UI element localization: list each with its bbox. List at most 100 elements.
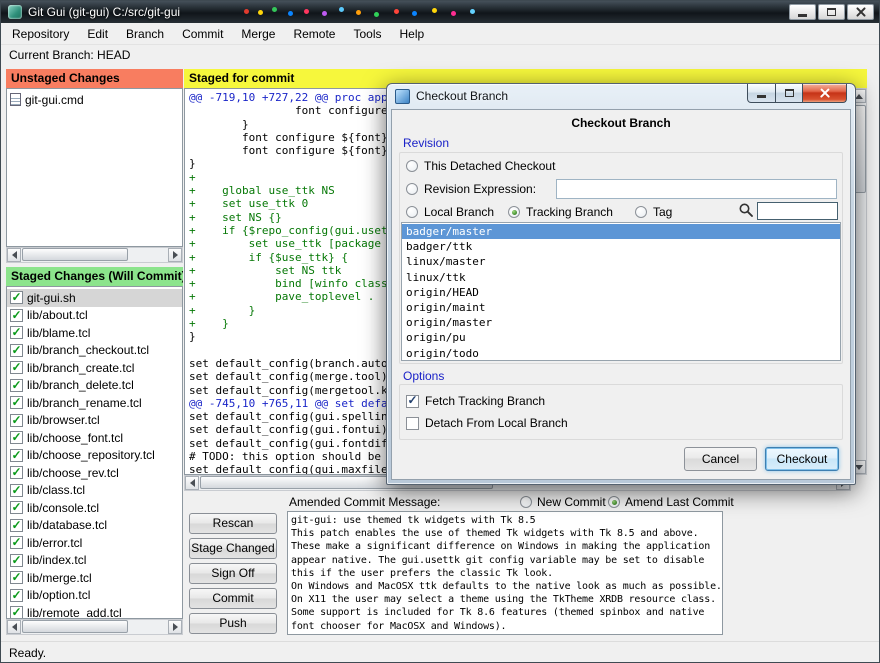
- staged-file-row[interactable]: ✓ lib/choose_font.tcl: [7, 429, 182, 447]
- branch-list-item[interactable]: origin/maint: [402, 300, 840, 315]
- tag-radio[interactable]: Tag: [635, 204, 672, 220]
- scroll-right-button[interactable]: [168, 620, 182, 634]
- scroll-left-button[interactable]: [185, 476, 199, 490]
- menu-item[interactable]: Help: [390, 23, 433, 45]
- main-titlebar[interactable]: Git Gui (git-gui) C:/src/git-gui: [1, 1, 879, 23]
- unstaged-horizontal-scrollbar[interactable]: [6, 247, 183, 263]
- menu-item[interactable]: Edit: [78, 23, 117, 45]
- checked-checkbox-icon[interactable]: ✓: [10, 449, 23, 462]
- staged-file-row[interactable]: ✓ lib/browser.tcl: [7, 412, 182, 430]
- staged-file-row[interactable]: ✓ lib/blame.tcl: [7, 324, 182, 342]
- amend-last-commit-radio[interactable]: Amend Last Commit: [608, 494, 734, 510]
- revision-expression-input[interactable]: [556, 179, 837, 199]
- stage-changed-button[interactable]: Stage Changed: [189, 538, 277, 559]
- radio-icon[interactable]: [520, 496, 532, 508]
- menu-item[interactable]: Commit: [173, 23, 232, 45]
- scroll-left-button[interactable]: [7, 620, 21, 634]
- staged-file-row[interactable]: ✓ lib/branch_checkout.tcl: [7, 342, 182, 360]
- minimize-button[interactable]: [789, 4, 816, 20]
- menu-item[interactable]: Branch: [117, 23, 173, 45]
- scrollbar-track[interactable]: [21, 620, 168, 634]
- radio-selected-icon[interactable]: [508, 206, 520, 218]
- commit-button[interactable]: Commit: [189, 588, 277, 609]
- staged-file-row[interactable]: ✓ lib/branch_rename.tcl: [7, 394, 182, 412]
- rescan-button[interactable]: Rescan: [189, 513, 277, 534]
- checked-checkbox-icon[interactable]: ✓: [10, 414, 23, 427]
- radio-icon[interactable]: [406, 183, 418, 195]
- checked-checkbox-icon[interactable]: ✓: [10, 344, 23, 357]
- branch-list-item[interactable]: badger/ttk: [402, 239, 840, 254]
- branch-list-item[interactable]: badger/master: [402, 224, 840, 239]
- branch-list-item[interactable]: origin/HEAD: [402, 285, 840, 300]
- cancel-button[interactable]: Cancel: [684, 447, 757, 471]
- staged-file-row[interactable]: ✓ lib/class.tcl: [7, 482, 182, 500]
- checked-checkbox-icon[interactable]: ✓: [10, 396, 23, 409]
- radio-icon[interactable]: [406, 160, 418, 172]
- branch-list-item[interactable]: origin/todo: [402, 346, 840, 361]
- staged-file-row[interactable]: ✓ lib/merge.tcl: [7, 569, 182, 587]
- dialog-close-button[interactable]: [803, 84, 847, 103]
- checkbox-checked-icon[interactable]: ✓: [406, 395, 419, 408]
- branch-list-item[interactable]: origin/master: [402, 315, 840, 330]
- menu-item[interactable]: Remote: [284, 23, 344, 45]
- menu-item[interactable]: Merge: [232, 23, 284, 45]
- menu-item[interactable]: Tools: [344, 23, 390, 45]
- staged-file-row[interactable]: ✓ lib/choose_repository.tcl: [7, 447, 182, 465]
- staged-file-row[interactable]: ✓ git-gui.sh: [7, 289, 182, 307]
- branch-list-item[interactable]: origin/pu: [402, 330, 840, 345]
- radio-icon[interactable]: [406, 206, 418, 218]
- detach-local-checkbox[interactable]: ✓ Detach From Local Branch: [406, 415, 568, 431]
- checked-checkbox-icon[interactable]: ✓: [10, 519, 23, 532]
- checked-checkbox-icon[interactable]: ✓: [10, 589, 23, 602]
- radio-selected-icon[interactable]: [608, 496, 620, 508]
- staged-file-row[interactable]: ✓ lib/about.tcl: [7, 307, 182, 325]
- staged-file-row[interactable]: ✓ lib/branch_delete.tcl: [7, 377, 182, 395]
- commit-message-textarea[interactable]: git-gui: use themed tk widgets with Tk 8…: [287, 511, 723, 635]
- new-commit-radio[interactable]: New Commit: [520, 494, 606, 510]
- checked-checkbox-icon[interactable]: ✓: [10, 484, 23, 497]
- checkout-button[interactable]: Checkout: [765, 447, 839, 471]
- staged-file-row[interactable]: ✓ lib/error.tcl: [7, 534, 182, 552]
- staged-file-row[interactable]: ✓ lib/database.tcl: [7, 517, 182, 535]
- checked-checkbox-icon[interactable]: ✓: [10, 431, 23, 444]
- checked-checkbox-icon[interactable]: ✓: [10, 501, 23, 514]
- scrollbar-track[interactable]: [21, 248, 168, 262]
- fetch-tracking-checkbox[interactable]: ✓ Fetch Tracking Branch: [406, 393, 545, 409]
- branch-listbox[interactable]: badger/masterbadger/ttklinux/masterlinux…: [401, 222, 841, 361]
- tracking-branch-radio[interactable]: Tracking Branch: [508, 204, 613, 220]
- checked-checkbox-icon[interactable]: ✓: [10, 361, 23, 374]
- staged-file-row[interactable]: ✓ lib/console.tcl: [7, 499, 182, 517]
- checked-checkbox-icon[interactable]: ✓: [10, 379, 23, 392]
- maximize-button[interactable]: [818, 4, 845, 20]
- dialog-minimize-button[interactable]: [747, 84, 776, 103]
- staged-file-row[interactable]: ✓ lib/index.tcl: [7, 552, 182, 570]
- checked-checkbox-icon[interactable]: ✓: [10, 536, 23, 549]
- sign-off-button[interactable]: Sign Off: [189, 563, 277, 584]
- checked-checkbox-icon[interactable]: ✓: [10, 326, 23, 339]
- checked-checkbox-icon[interactable]: ✓: [10, 571, 23, 584]
- staged-horizontal-scrollbar[interactable]: [6, 619, 183, 635]
- dialog-titlebar[interactable]: Checkout Branch: [387, 84, 855, 109]
- branch-list-item[interactable]: linux/ttk: [402, 270, 840, 285]
- local-branch-radio[interactable]: Local Branch: [406, 204, 494, 220]
- scrollbar-thumb[interactable]: [22, 620, 128, 633]
- staged-file-row[interactable]: ✓ lib/choose_rev.tcl: [7, 464, 182, 482]
- branch-list-item[interactable]: linux/master: [402, 254, 840, 269]
- detached-checkout-radio[interactable]: This Detached Checkout: [406, 158, 555, 174]
- scrollbar-thumb[interactable]: [22, 248, 128, 261]
- scroll-right-button[interactable]: [168, 248, 182, 262]
- staged-file-row[interactable]: ✓ lib/remote_add.tcl: [7, 604, 182, 619]
- close-button[interactable]: [847, 4, 874, 20]
- unstaged-file-row[interactable]: git-gui.cmd: [7, 91, 182, 109]
- checked-checkbox-icon[interactable]: ✓: [10, 554, 23, 567]
- dialog-maximize-button[interactable]: [776, 84, 803, 103]
- checked-checkbox-icon[interactable]: ✓: [10, 291, 23, 304]
- scroll-left-button[interactable]: [7, 248, 21, 262]
- branch-filter-input[interactable]: [757, 202, 838, 220]
- checkbox-unchecked-icon[interactable]: ✓: [406, 417, 419, 430]
- checked-checkbox-icon[interactable]: ✓: [10, 309, 23, 322]
- staged-file-row[interactable]: ✓ lib/option.tcl: [7, 587, 182, 605]
- menu-item[interactable]: Repository: [3, 23, 78, 45]
- checked-checkbox-icon[interactable]: ✓: [10, 606, 23, 619]
- revision-expression-radio[interactable]: Revision Expression:: [406, 181, 536, 197]
